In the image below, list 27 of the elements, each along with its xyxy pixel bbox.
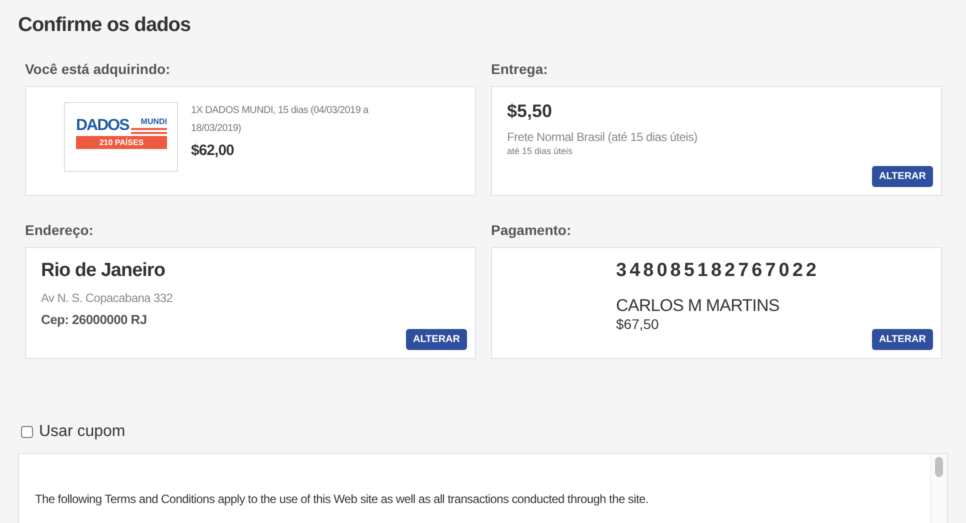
payment-total: $67,50 (616, 316, 660, 332)
address-street: Av N. S. Copacabana 332 (41, 291, 174, 305)
logo-banner: 210 PAÍSES (76, 136, 167, 149)
change-button[interactable]: ALTERAR (872, 166, 933, 187)
card-holder: CARLOS M MARTINS (616, 296, 780, 316)
address-zip: Cep: 26000000 RJ (41, 312, 148, 327)
delivery-price: $5,50 (507, 101, 554, 122)
section-label: Você está adquirindo: (25, 61, 172, 77)
section-label: Endereço: (25, 222, 94, 238)
delivery-note: até 15 dias úteis (507, 146, 574, 156)
scrollbar[interactable] (930, 454, 947, 523)
section-label: Pagamento: (491, 222, 572, 238)
address-city: Rio de Janeiro (41, 260, 166, 282)
logo-accent: MUNDI (140, 117, 167, 126)
delivery-method: Frete Normal Brasil (até 15 dias úteis) (507, 130, 698, 144)
coupon-checkbox[interactable] (21, 426, 33, 438)
logo-word: DADOS (76, 118, 129, 134)
change-button[interactable]: ALTERAR (872, 329, 933, 350)
change-button[interactable]: ALTERAR (406, 329, 467, 350)
scrollbar-thumb[interactable] (935, 457, 943, 477)
product-description: 1X DADOS MUNDI, 15 dias (04/03/2019 a 18/03/2019) (191, 104, 370, 136)
section-label: Entrega: (491, 61, 549, 77)
coupon-label: Usar cupom (39, 423, 126, 441)
product-price: $62,00 (191, 142, 235, 159)
page-title: Confirme os dados (18, 14, 192, 37)
terms-text: The following Terms and Conditions apply to the use of this Web site as well as all transactions conducted through the site. (35, 492, 650, 506)
card-number: 348085182767022 (616, 260, 821, 282)
